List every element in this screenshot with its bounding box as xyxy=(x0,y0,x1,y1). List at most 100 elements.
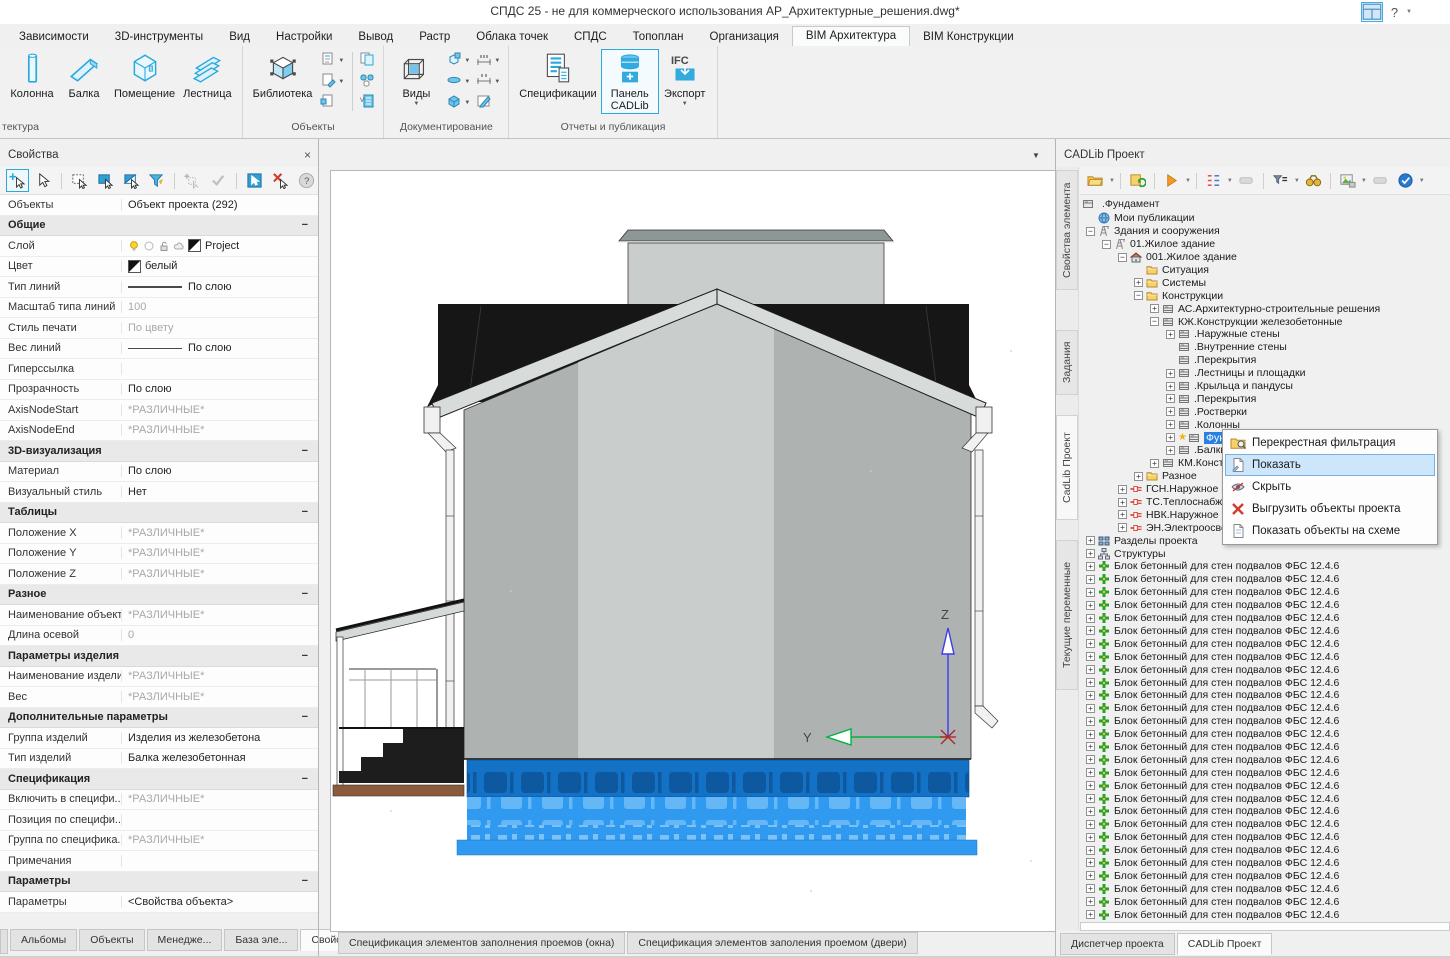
tree-row[interactable]: +Блок бетонный для стен подвалов ФБС 12.… xyxy=(1080,779,1450,792)
tree-row[interactable]: −Конструкции xyxy=(1080,289,1450,302)
small-tool-copydoc[interactable] xyxy=(359,52,375,69)
gray-slot-icon[interactable] xyxy=(1369,169,1392,192)
small-tool-ellipse[interactable]: ▼ xyxy=(446,73,470,90)
ribbon-button-библиотека[interactable]: Библиотека xyxy=(249,49,317,102)
sheet-tab-спецификация-элементов-заполнения-проемов-окна[interactable]: Спецификация элементов заполнения проемо… xyxy=(338,932,625,954)
tree-row[interactable]: +Блок бетонный для стен подвалов ФБС 12.… xyxy=(1080,702,1450,715)
small-tool-vdoc[interactable]: V xyxy=(359,94,375,111)
small-tool-dimension[interactable]: ▼ xyxy=(476,52,500,69)
vtab-cadlib-проект[interactable]: CadLib Проект xyxy=(1056,415,1078,520)
tree-row[interactable]: +Блок бетонный для стен подвалов ФБС 12.… xyxy=(1080,689,1450,702)
expand-plus-icon[interactable]: + xyxy=(1086,858,1095,867)
prop-section-дополнительные-параметры[interactable]: Дополнительные параметры− xyxy=(0,708,318,729)
vtab-текущие-переменные[interactable]: Текущие переменные xyxy=(1056,540,1078,690)
expand-plus-icon[interactable]: + xyxy=(1086,626,1095,635)
rect-select-icon[interactable] xyxy=(68,169,91,192)
gray-slot-icon[interactable] xyxy=(1235,169,1258,192)
building-elevation[interactable] xyxy=(333,230,1032,892)
expand-plus-icon[interactable]: + xyxy=(1086,588,1095,597)
collapse-minus-icon[interactable]: − xyxy=(302,588,308,600)
help-icon[interactable]: ? xyxy=(295,169,318,192)
penthouse-cap[interactable] xyxy=(619,230,893,241)
prop-section-общие[interactable]: Общие− xyxy=(0,216,318,237)
ribbon-button-экспорт[interactable]: IFCЭкспорт▼ xyxy=(659,49,711,109)
menu-item-выгрузить-объекты-проекта[interactable]: Выгрузить объекты проекта xyxy=(1225,498,1435,520)
tree-row[interactable]: +Блок бетонный для стен подвалов ФБС 12.… xyxy=(1080,805,1450,818)
tree-row[interactable]: +Блок бетонный для стен подвалов ФБС 12.… xyxy=(1080,625,1450,638)
menu-tab-3d-инструменты[interactable]: 3D-инструменты xyxy=(102,28,216,46)
ribbon-button-спецификации[interactable]: Спецификации xyxy=(515,49,600,102)
prop-value[interactable]: Балка железобетонная xyxy=(122,752,318,764)
prop-section-3d-визуализация[interactable]: 3D-визуализация− xyxy=(0,441,318,462)
tree-row[interactable]: +Блок бетонный для стен подвалов ФБС 12.… xyxy=(1080,844,1450,857)
dropdown-caret[interactable]: ▼ xyxy=(1294,178,1300,184)
gutter-left[interactable] xyxy=(424,407,440,433)
chevron-down-icon[interactable]: ▼ xyxy=(1032,151,1040,160)
tree-row[interactable]: +Блок бетонный для стен подвалов ФБС 12.… xyxy=(1080,637,1450,650)
menu-tab-зависимости[interactable]: Зависимости xyxy=(6,28,102,46)
tab-cadlib-проект[interactable]: CADLib Проект xyxy=(1177,933,1273,955)
prop-section-спецификация[interactable]: Спецификация− xyxy=(0,769,318,790)
menu-tab-облака-точек[interactable]: Облака точек xyxy=(463,28,561,46)
tree-row[interactable]: +Блок бетонный для стен подвалов ФБС 12.… xyxy=(1080,895,1450,908)
collapse-minus-icon[interactable]: − xyxy=(302,875,308,887)
expand-plus-icon[interactable]: + xyxy=(1086,717,1095,726)
expand-plus-icon[interactable]: + xyxy=(1086,884,1095,893)
help-button[interactable]: ? xyxy=(1391,5,1398,20)
small-tool-smalldoc3[interactable] xyxy=(320,94,344,111)
expand-plus-icon[interactable]: + xyxy=(1086,807,1095,816)
menu-item-показать[interactable]: Показать xyxy=(1225,454,1435,476)
prop-section-разное[interactable]: Разное− xyxy=(0,585,318,606)
expand-plus-icon[interactable]: + xyxy=(1166,382,1175,391)
tree-row[interactable]: Мои публикации xyxy=(1080,212,1450,225)
dropdown-caret[interactable]: ▼ xyxy=(1109,178,1115,184)
tree-row[interactable]: +АС.Архитектурно-строительные решения xyxy=(1080,302,1450,315)
tab-альбомы[interactable]: Альбомы xyxy=(10,929,77,951)
expand-plus-icon[interactable]: + xyxy=(1086,575,1095,584)
expand-plus-icon[interactable]: + xyxy=(1134,472,1143,481)
prop-value[interactable]: *РАЗЛИЧНЫЕ* xyxy=(122,527,318,539)
tree-row[interactable]: −КЖ.Конструкции железобетонные xyxy=(1080,315,1450,328)
check-sync-icon[interactable] xyxy=(1394,169,1417,192)
expand-plus-icon[interactable]: + xyxy=(1166,446,1175,455)
expand-plus-icon[interactable]: + xyxy=(1086,704,1095,713)
ribbon-button-панель-cadlib[interactable]: Панель CADLib xyxy=(601,49,659,114)
tab-объекты[interactable]: Объекты xyxy=(79,929,144,951)
collapse-minus-icon[interactable]: − xyxy=(1086,227,1095,236)
ribbon-button-балка[interactable]: Балка xyxy=(58,49,110,102)
expand-plus-icon[interactable]: + xyxy=(1150,459,1159,468)
close-icon[interactable]: × xyxy=(304,148,311,162)
tree-row[interactable]: +.Перекрытия xyxy=(1080,392,1450,405)
tree-row[interactable]: +Блок бетонный для стен подвалов ФБС 12.… xyxy=(1080,792,1450,805)
collapse-minus-icon[interactable]: − xyxy=(302,506,308,518)
prop-value[interactable]: белый xyxy=(122,260,318,273)
expand-plus-icon[interactable]: + xyxy=(1166,369,1175,378)
expand-plus-icon[interactable]: + xyxy=(1166,433,1175,442)
cursor-icon[interactable] xyxy=(32,169,55,192)
foundation-blocks-selected[interactable] xyxy=(457,759,977,855)
tree-row[interactable]: +Блок бетонный для стен подвалов ФБС 12.… xyxy=(1080,753,1450,766)
expand-plus-icon[interactable]: + xyxy=(1086,652,1095,661)
tree-row[interactable]: +.Крыльца и пандусы xyxy=(1080,380,1450,393)
tree-row[interactable]: +Блок бетонный для стен подвалов ФБС 12.… xyxy=(1080,908,1450,921)
tree-row[interactable]: +Блок бетонный для стен подвалов ФБС 12.… xyxy=(1080,612,1450,625)
rect-select-filled-icon[interactable] xyxy=(94,169,117,192)
menu-tab-организация[interactable]: Организация xyxy=(697,28,792,46)
tree-row[interactable]: +.Лестницы и площадки xyxy=(1080,367,1450,380)
prop-value[interactable]: Изделия из железобетона xyxy=(122,732,318,744)
tree-row[interactable]: +Блок бетонный для стен подвалов ФБС 12.… xyxy=(1080,650,1450,663)
tree-row[interactable]: −01.Жилое здание xyxy=(1080,238,1450,251)
expand-plus-icon[interactable]: + xyxy=(1166,420,1175,429)
expand-plus-icon[interactable]: + xyxy=(1086,755,1095,764)
expand-plus-icon[interactable]: + xyxy=(1086,897,1095,906)
prop-value[interactable]: По слою xyxy=(122,342,318,354)
tab-диспетчер-проекта[interactable]: Диспетчер проекта xyxy=(1060,933,1175,955)
tree-row[interactable]: +.Наружные стены xyxy=(1080,328,1450,341)
tree-row[interactable]: +Блок бетонный для стен подвалов ФБС 12.… xyxy=(1080,560,1450,573)
tree-row[interactable]: Ситуация xyxy=(1080,264,1450,277)
dropdown-caret[interactable]: ▼ xyxy=(1227,178,1233,184)
tree-row[interactable]: −001.Жилое здание xyxy=(1080,251,1450,264)
ribbon-button-виды[interactable]: Виды▼ xyxy=(390,49,442,109)
partial-tab[interactable] xyxy=(0,929,8,954)
prop-value[interactable]: *РАЗЛИЧНЫЕ* xyxy=(122,670,318,682)
